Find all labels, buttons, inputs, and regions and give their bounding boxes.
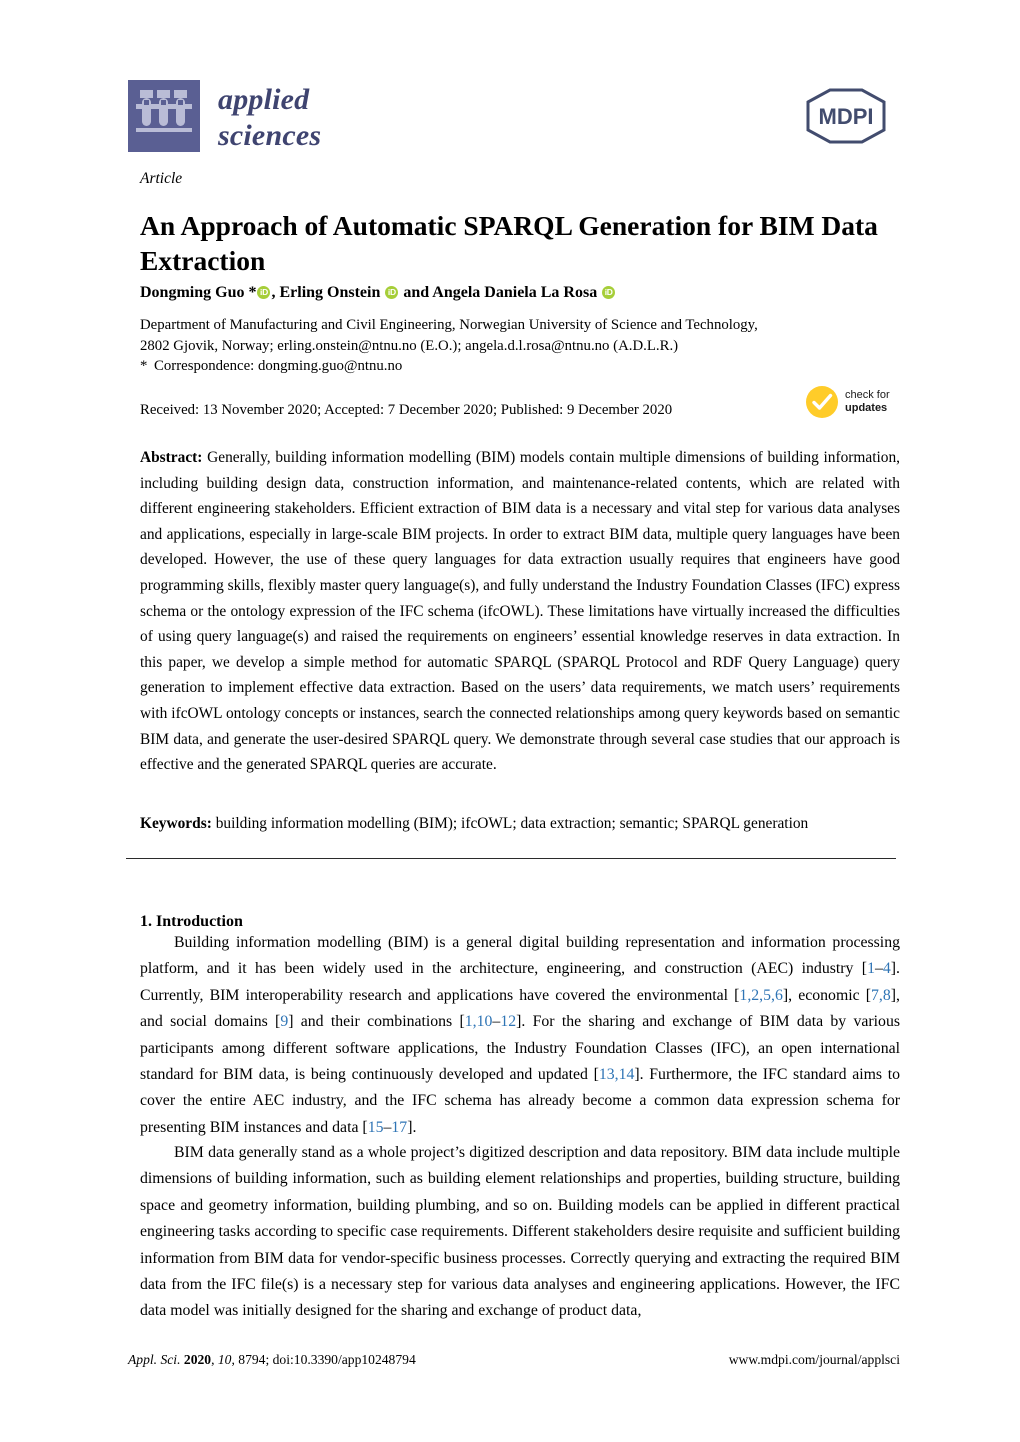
keywords-label: Keywords: xyxy=(140,815,212,832)
journal-title-line2: sciences xyxy=(218,119,322,152)
abstract-label: Abstract: xyxy=(140,449,203,466)
paper-page: applied sciences MDPI Article An Approac… xyxy=(0,0,1020,1442)
orcid-icon[interactable]: iD xyxy=(385,286,399,299)
mdpi-logo-text: MDPI xyxy=(819,104,874,129)
keywords-text: building information modelling (BIM); if… xyxy=(215,815,809,832)
mdpi-logo: MDPI xyxy=(800,88,892,144)
check-for-updates-badge[interactable]: check for updates xyxy=(805,382,905,422)
article-type-label: Article xyxy=(140,170,183,187)
page-title: An Approach of Automatic SPARQL Generati… xyxy=(140,210,878,277)
correspondence-marker: * xyxy=(140,358,148,374)
section-heading-introduction: 1. Introduction xyxy=(140,913,243,931)
journal-title-line1: applied xyxy=(218,83,310,116)
journal-branding: applied sciences xyxy=(128,80,321,154)
affiliation-block: Department of Manufacturing and Civil En… xyxy=(140,315,870,377)
horizontal-divider xyxy=(126,858,896,859)
footer-journal-url[interactable]: www.mdpi.com/journal/applsci xyxy=(729,1352,900,1368)
correspondence-text: Correspondence: dongming.guo@ntnu.no xyxy=(154,358,403,374)
keywords-block: Keywords: building information modelling… xyxy=(140,812,900,836)
orcid-icon[interactable]: iD xyxy=(602,286,616,299)
crossmark-line2: updates xyxy=(845,402,888,414)
abstract-block: Abstract: Generally, building informatio… xyxy=(140,445,900,778)
journal-title: applied sciences xyxy=(218,80,321,154)
orcid-icon[interactable]: iD xyxy=(257,286,271,299)
affiliation-line-2: 2802 Gjovik, Norway; erling.onstein@ntnu… xyxy=(140,337,679,354)
check-circle-icon xyxy=(806,386,838,418)
crossmark-line1: check for xyxy=(845,389,890,401)
affiliation-line-1: Department of Manufacturing and Civil En… xyxy=(140,317,758,333)
author-list: Dongming Guo * iD, Erling Onstein iD and … xyxy=(140,282,900,304)
masthead: applied sciences MDPI xyxy=(128,80,892,160)
footer-citation: Appl. Sci. 2020, 10, 8794; doi:10.3390/a… xyxy=(128,1352,416,1367)
introduction-paragraph-2: BIM data generally stand as a whole proj… xyxy=(140,1144,900,1320)
abstract-text: Generally, building information modellin… xyxy=(140,449,900,774)
introduction-paragraph-1: Building information modelling (BIM) is … xyxy=(140,934,900,1136)
test-tube-rack-icon xyxy=(128,80,200,152)
crossmark-label: check for updates xyxy=(845,389,890,415)
publication-dates: Received: 13 November 2020; Accepted: 7 … xyxy=(140,402,673,418)
correspondence-line: * Correspondence: dongming.guo@ntnu.no xyxy=(140,356,870,377)
